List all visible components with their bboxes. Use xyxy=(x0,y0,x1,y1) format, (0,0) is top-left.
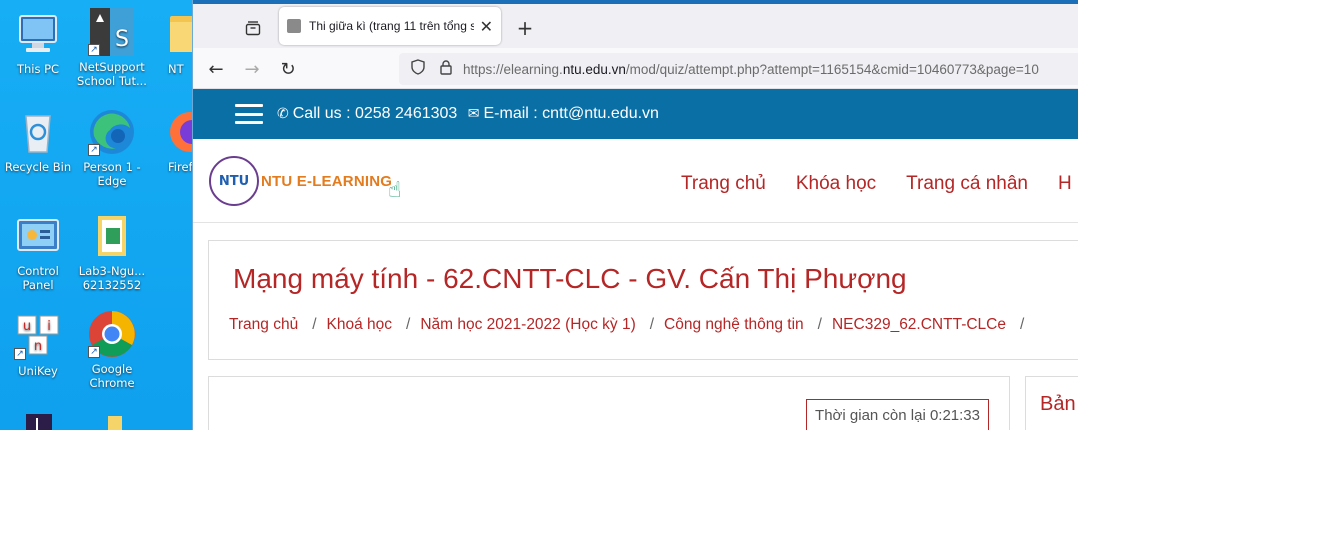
quiz-navigation-card: Bản xyxy=(1025,376,1078,430)
lock-icon[interactable] xyxy=(435,59,457,79)
plus-icon: + xyxy=(516,16,534,40)
hamburger-menu-icon[interactable] xyxy=(235,104,263,124)
quiz-timer: Thời gian còn lại 0:21:33 xyxy=(806,399,989,430)
svg-text:i: i xyxy=(47,319,51,334)
tab-bar: Thi giữa kì (trang 11 trên tổng số ✕ + xyxy=(193,4,1078,48)
breadcrumb-separator: / xyxy=(649,316,655,333)
desktop-icon-label: Recycle Bin xyxy=(4,160,72,174)
desktop-icon-edge[interactable]: ↗ Person 1 - Edge xyxy=(74,108,150,188)
desktop-icon-label: Lab3-Ngu... 62132552 xyxy=(78,264,146,292)
forward-button[interactable]: → xyxy=(237,54,267,84)
folder-icon xyxy=(88,412,136,430)
nav-more[interactable]: H xyxy=(1058,173,1072,195)
desktop-icon-this-pc[interactable]: This PC xyxy=(0,10,76,76)
call-us-text: Call us : 0258 2461303 xyxy=(292,105,458,122)
nav-courses[interactable]: Khóa học xyxy=(796,173,876,195)
shield-icon[interactable] xyxy=(407,59,429,79)
svg-text:n: n xyxy=(34,339,42,354)
close-tab-icon[interactable]: ✕ xyxy=(480,17,493,36)
unikey-icon: uin ↗ xyxy=(14,312,62,360)
desktop-icon-label: NT xyxy=(168,62,184,76)
desktop-icon-recycle-bin[interactable]: Recycle Bin xyxy=(0,108,76,174)
svg-text:u: u xyxy=(23,319,31,334)
folder-icon xyxy=(170,10,192,58)
desktop-icon-ide[interactable] xyxy=(0,412,76,430)
contact-info: ✆ Call us : 0258 2461303 ✉ E-mail : cntt@n… xyxy=(277,105,659,123)
site-header: NTU NTU E-LEARNING ☝ Trang chủ Khóa học … xyxy=(193,139,1078,223)
recycle-bin-icon xyxy=(14,108,62,156)
desktop-icon-unikey[interactable]: uin ↗ UniKey xyxy=(0,312,76,378)
url-text: https://elearning.ntu.edu.vn/mod/quiz/at… xyxy=(463,62,1039,77)
logo-badge-text: NTU xyxy=(218,173,250,189)
browser-window: Thi giữa kì (trang 11 trên tổng số ✕ + ←… xyxy=(192,0,1078,430)
desktop-icon-control-panel[interactable]: Control Panel xyxy=(0,212,76,292)
tab-active[interactable]: Thi giữa kì (trang 11 trên tổng số ✕ xyxy=(279,7,501,45)
desktop-icon-label: This PC xyxy=(16,62,60,76)
computer-icon xyxy=(14,10,62,58)
ide-icon xyxy=(14,412,62,430)
main-navigation: Trang chủ Khóa học Trang cá nhân H xyxy=(681,173,1078,195)
ntu-logo-icon: NTU xyxy=(209,156,259,206)
page-favicon-icon xyxy=(287,19,301,33)
breadcrumb-separator: / xyxy=(1020,316,1025,333)
reload-button[interactable]: ↻ xyxy=(273,54,303,84)
screen: This PC S ↗ NetSupport School Tut... NT … xyxy=(0,0,1078,430)
breadcrumb-course[interactable]: NEC329_62.CNTT-CLCe xyxy=(832,316,1006,334)
url-path: /mod/quiz/attempt.php?attempt=1165154&cm… xyxy=(625,61,1039,77)
back-button[interactable]: ← xyxy=(201,54,231,84)
pointer-hand-icon: ☝ xyxy=(388,177,402,203)
desktop-icon-label: NetSupport School Tut... xyxy=(77,60,147,88)
desktop-icon-label: Firef xyxy=(168,160,192,174)
control-panel-icon xyxy=(14,212,62,260)
document-icon xyxy=(88,212,136,260)
desktop-icon-netsupport[interactable]: S ↗ NetSupport School Tut... xyxy=(74,8,150,88)
breadcrumb-separator: / xyxy=(817,316,822,333)
tab-overview-button[interactable] xyxy=(239,14,267,42)
email-text: E-mail : cntt@ntu.edu.vn xyxy=(483,105,659,122)
quiz-content-card: Thời gian còn lại 0:21:33 xyxy=(208,376,1010,430)
address-bar[interactable]: https://elearning.ntu.edu.vn/mod/quiz/at… xyxy=(399,53,1078,85)
breadcrumb: Trang chủ / Khoá học / Năm học 2021-2022 (… xyxy=(229,316,1034,334)
envelope-icon: ✉ xyxy=(467,105,480,121)
tab-overview-icon xyxy=(245,21,261,36)
tab-title: Thi giữa kì (trang 11 trên tổng số xyxy=(309,19,474,33)
nav-profile[interactable]: Trang cá nhân xyxy=(906,173,1028,195)
desktop-icon-firefox[interactable]: Firef xyxy=(148,108,192,174)
course-header-card: Mạng máy tính - 62.CNTT-CLC - GV. Cấn Th… xyxy=(208,240,1078,360)
site-logo[interactable]: NTU NTU E-LEARNING ☝ xyxy=(209,155,409,207)
reload-icon: ↻ xyxy=(280,58,296,80)
desktop-icon-label: Control Panel xyxy=(17,264,59,292)
breadcrumb-separator: / xyxy=(406,316,411,333)
breadcrumb-courses[interactable]: Khoá học xyxy=(327,316,393,334)
phone-icon: ✆ xyxy=(277,105,289,121)
site-contact-bar: ✆ Call us : 0258 2461303 ✉ E-mail : cntt@n… xyxy=(193,89,1078,139)
arrow-left-icon: ← xyxy=(208,58,224,80)
arrow-right-icon: → xyxy=(244,58,260,80)
breadcrumb-faculty[interactable]: Công nghệ thông tin xyxy=(664,316,804,334)
svg-text:S: S xyxy=(115,27,129,52)
desktop-icon-folder-2[interactable] xyxy=(74,412,150,430)
url-domain: ntu.edu.vn xyxy=(562,61,626,77)
breadcrumb-year[interactable]: Năm học 2021-2022 (Học kỳ 1) xyxy=(420,316,635,334)
page-title: Mạng máy tính - 62.CNTT-CLC - GV. Cấn Th… xyxy=(233,263,907,294)
quiz-navigation-heading: Bản xyxy=(1040,393,1076,415)
logo-text: NTU E-LEARNING xyxy=(261,172,393,190)
desktop: This PC S ↗ NetSupport School Tut... NT … xyxy=(0,0,192,430)
chrome-icon: ↗ xyxy=(88,310,136,358)
breadcrumb-home[interactable]: Trang chủ xyxy=(229,316,298,334)
desktop-icon-lab3[interactable]: Lab3-Ngu... 62132552 xyxy=(74,212,150,292)
desktop-icon-chrome[interactable]: ↗ Google Chrome xyxy=(74,310,150,390)
edge-icon: ↗ xyxy=(88,108,136,156)
desktop-icon-label: UniKey xyxy=(18,364,58,378)
breadcrumb-separator: / xyxy=(312,316,317,333)
url-prefix: https://elearning. xyxy=(463,61,563,77)
netsupport-icon: S ↗ xyxy=(88,8,136,56)
desktop-icon-label: Google Chrome xyxy=(89,362,135,390)
desktop-icon-folder[interactable]: NT xyxy=(148,10,192,76)
firefox-icon xyxy=(166,108,192,156)
desktop-icon-label: Person 1 - Edge xyxy=(83,160,141,188)
navigation-toolbar: ← → ↻ https://elearning.ntu.edu.vn/mod/q… xyxy=(193,48,1078,89)
new-tab-button[interactable]: + xyxy=(511,14,539,42)
nav-home[interactable]: Trang chủ xyxy=(681,173,766,195)
